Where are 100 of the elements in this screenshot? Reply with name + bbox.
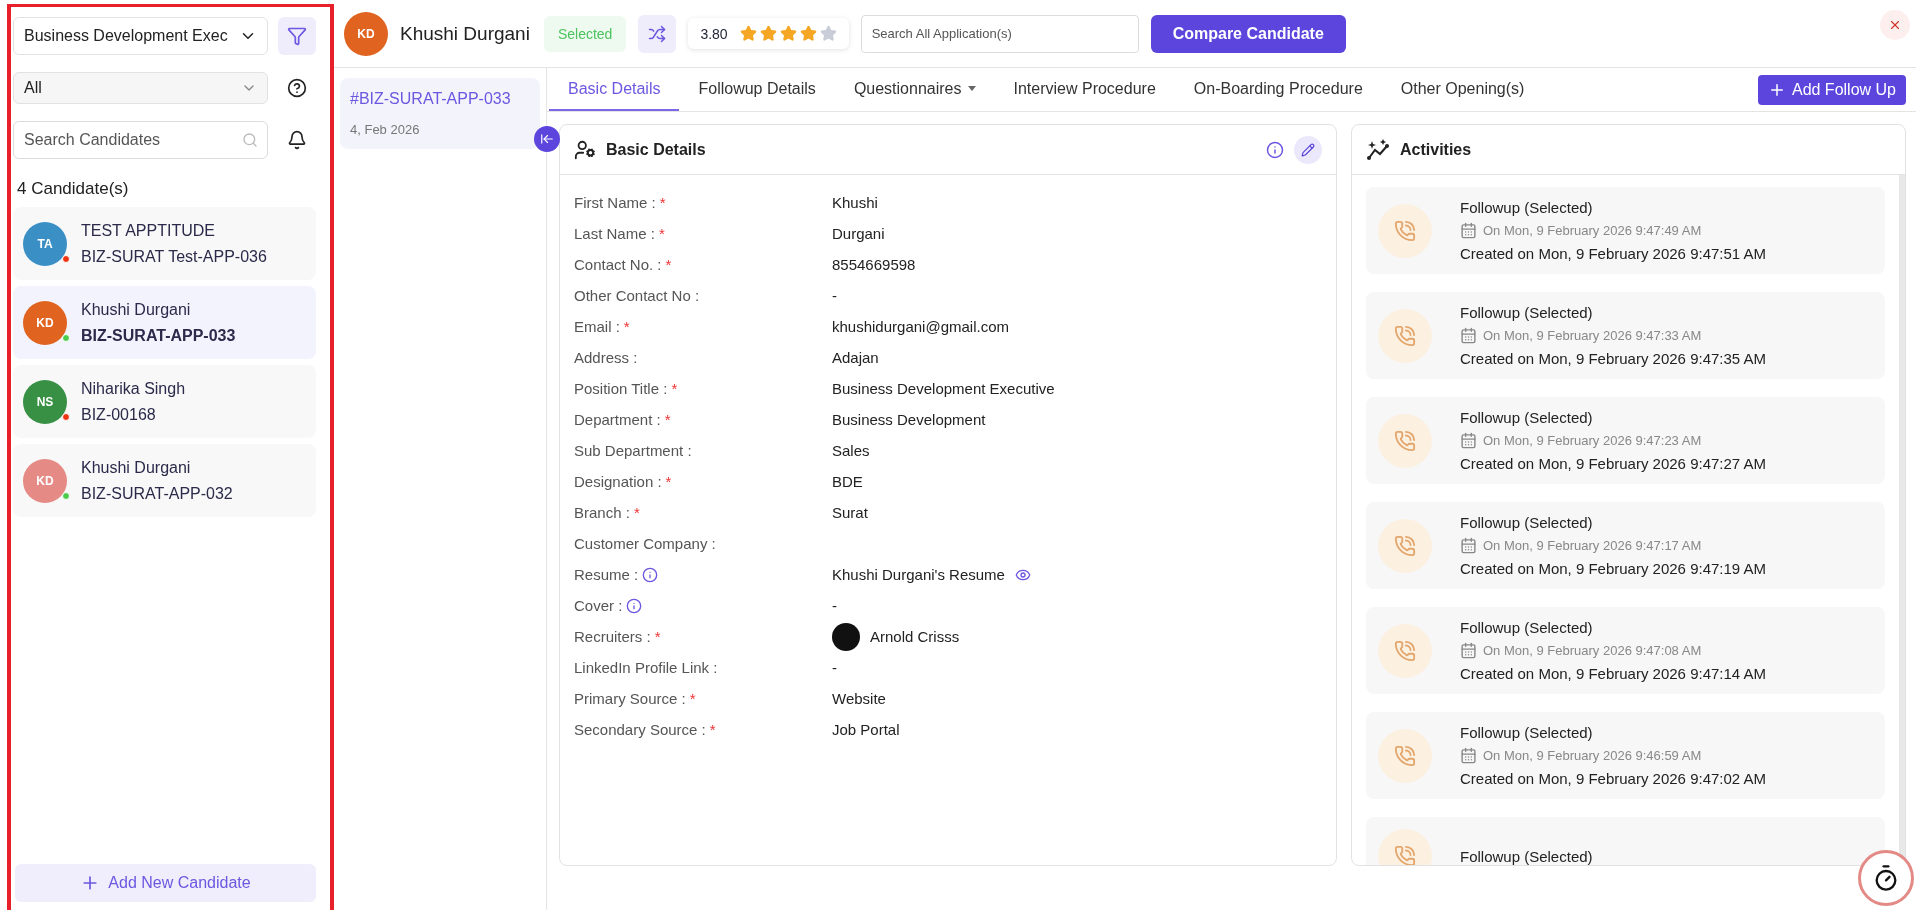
edit-button[interactable] [1294, 135, 1322, 164]
tab[interactable]: Basic Details [549, 68, 680, 111]
field-value: Adajan [832, 349, 879, 366]
card-title: Activities [1400, 140, 1472, 159]
calendar-icon [1460, 747, 1477, 764]
candidate-avatar: KD [344, 11, 388, 56]
activity-date: On Mon, 9 February 2026 9:47:23 AM [1483, 433, 1702, 448]
tab[interactable]: Questionnaires [834, 68, 995, 111]
field-label: Other Contact No : [574, 287, 700, 304]
chart-sparkle-icon [1366, 138, 1390, 161]
activity-date: On Mon, 9 February 2026 9:47:08 AM [1483, 643, 1702, 658]
activity-title: Followup (Selected) [1460, 514, 1594, 531]
field-value: 8554669598 [832, 256, 916, 273]
calendar-icon [1460, 537, 1477, 554]
candidate-card[interactable]: KD Khushi Durgani BIZ-SURAT-APP-033 [13, 286, 316, 359]
calendar-icon [1460, 327, 1477, 344]
collapse-button[interactable] [534, 126, 560, 152]
tab[interactable]: Interview Procedure [994, 68, 1175, 111]
tab[interactable]: Other Opening(s) [1381, 68, 1544, 111]
field-value: Khushi Durgani's Resume [832, 566, 1005, 583]
candidate-code: BIZ-SURAT-APP-033 [81, 326, 236, 345]
candidate-code: BIZ-SURAT-APP-032 [81, 484, 233, 503]
required-mark: * [665, 473, 672, 490]
phone-icon [1394, 324, 1416, 347]
filter-icon [287, 26, 307, 46]
timer-button[interactable] [1858, 850, 1914, 906]
help-icon [287, 78, 307, 98]
phone-icon [1394, 639, 1416, 662]
phone-icon [1394, 429, 1416, 452]
add-follow-up-button[interactable]: Add Follow Up [1757, 74, 1906, 105]
candidate-name: Khushi Durgani [81, 300, 192, 319]
candidate-code: BIZ-00168 [81, 405, 157, 424]
candidate-card[interactable]: TA TEST APPTITUDE BIZ-SURAT Test-APP-036 [13, 207, 316, 280]
card-title: Basic Details [606, 140, 706, 159]
arrow-left-bar-icon [540, 132, 554, 146]
field-label: Department : [574, 411, 661, 428]
field-label: Customer Company : [574, 535, 716, 552]
candidate-name: Niharika Singh [81, 379, 186, 398]
required-mark: * [633, 504, 640, 521]
field-label: Last Name : [574, 225, 655, 242]
caret-icon [967, 86, 976, 91]
candidate-card[interactable]: NS Niharika Singh BIZ-00168 [13, 365, 316, 438]
field-label: LinkedIn Profile Link : [574, 659, 718, 676]
field-label: Sub Department : [574, 442, 692, 459]
field-label: Position Title : [574, 380, 668, 397]
required-mark: * [671, 380, 678, 397]
shuffle-button[interactable] [638, 14, 677, 53]
add-candidate-button[interactable]: Add New Candidate [15, 864, 316, 902]
candidate-card[interactable]: KD Khushi Durgani BIZ-SURAT-APP-032 [13, 444, 316, 517]
tab[interactable]: On-Boarding Procedure [1174, 68, 1382, 111]
shuffle-icon [648, 24, 667, 43]
required-mark: * [623, 318, 630, 335]
user-gear-icon [574, 138, 596, 161]
candidate-avatar: TA [23, 221, 67, 266]
activity-title: Followup (Selected) [1460, 619, 1594, 636]
info-icon[interactable] [1266, 140, 1284, 159]
candidate-name: Khushi Durgani [81, 458, 192, 477]
status-dropdown[interactable]: All [13, 72, 268, 104]
field-value: - [832, 287, 837, 304]
required-mark: * [658, 225, 665, 242]
activity-date: On Mon, 9 February 2026 9:47:33 AM [1483, 328, 1702, 343]
candidate-avatar: KD [23, 458, 67, 503]
activity-title: Followup (Selected) [1460, 847, 1593, 865]
avatar-placeholder [832, 622, 860, 651]
activity-title: Followup (Selected) [1460, 304, 1594, 321]
field-value: - [832, 659, 837, 676]
status-badge: Selected [543, 15, 627, 52]
activity-created: Created on Mon, 9 February 2026 9:47:14 AM [1460, 665, 1767, 682]
required-mark: * [665, 256, 672, 273]
star-icon [819, 25, 837, 42]
required-mark: * [689, 690, 696, 707]
field-label: Recruiters : [574, 628, 651, 645]
activity-created: Created on Mon, 9 February 2026 9:47:27 AM [1460, 455, 1767, 472]
activity-date: On Mon, 9 February 2026 9:47:17 AM [1483, 538, 1702, 553]
search-field[interactable]: Search Candidates [13, 121, 268, 159]
field-label: Email : [574, 318, 620, 335]
field-label: Designation : [574, 473, 662, 490]
field-label: Primary Source : [574, 690, 686, 707]
field-value: Khushi [832, 194, 878, 211]
calendar-icon [1460, 222, 1477, 239]
position-dropdown[interactable]: Business Development Exec [13, 17, 268, 55]
tab[interactable]: Followup Details [679, 68, 835, 111]
application-card[interactable]: #BIZ-SURAT-APP-033 4, Feb 2026 [340, 78, 540, 149]
phone-icon [1394, 845, 1416, 865]
application-search-field[interactable]: Search All Application(s) [860, 14, 1139, 53]
field-value: Sales [832, 442, 870, 459]
info-icon[interactable] [626, 597, 643, 614]
close-icon [1888, 18, 1902, 32]
activity-title: Followup (Selected) [1460, 724, 1594, 741]
filter-button[interactable] [278, 17, 316, 55]
activity-created: Created on Mon, 9 February 2026 9:47:51 AM [1460, 245, 1767, 262]
compare-candidate-button[interactable]: Compare Candidate [1150, 14, 1346, 53]
field-value: Durgani [832, 225, 885, 242]
field-label: Secondary Source : [574, 721, 706, 738]
calendar-icon [1460, 642, 1477, 659]
field-value: Website [832, 690, 886, 707]
field-label: Address : [574, 349, 638, 366]
info-icon[interactable] [642, 566, 659, 583]
activity-created: Created on Mon, 9 February 2026 9:47:19 AM [1460, 560, 1767, 577]
activity-title: Followup (Selected) [1460, 199, 1594, 216]
